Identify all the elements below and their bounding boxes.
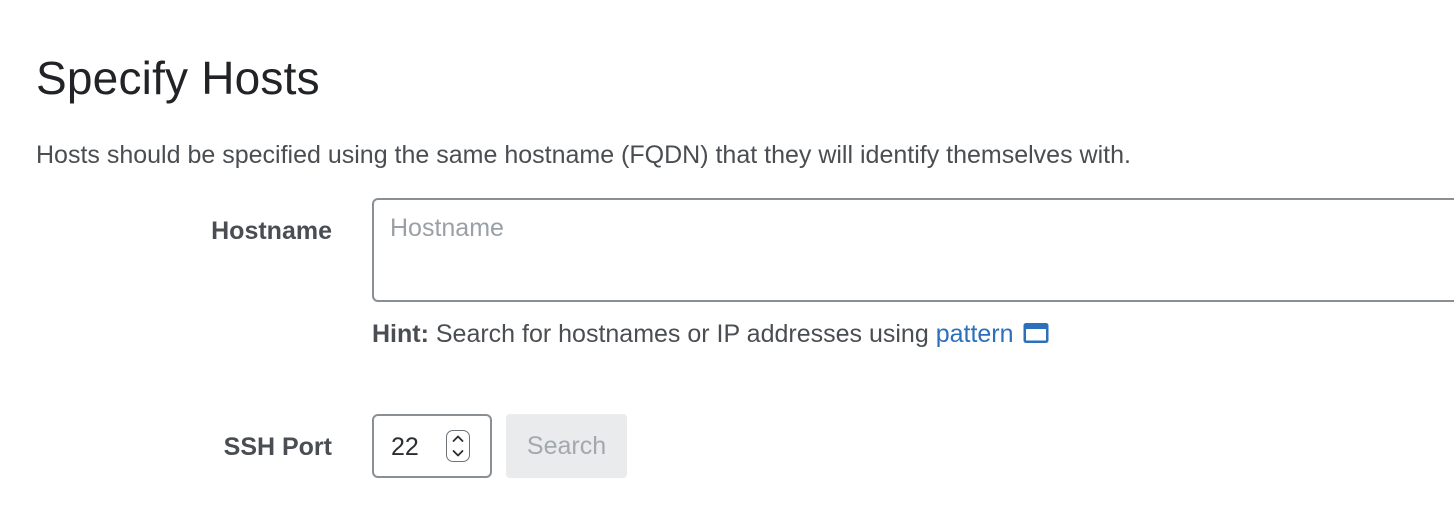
hostname-label: Hostname	[211, 217, 332, 245]
hint-label: Hint:	[372, 320, 429, 348]
ssh-port-label: SSH Port	[223, 433, 332, 461]
ssh-port-value: 22	[391, 433, 419, 461]
search-button[interactable]: Search	[506, 414, 627, 478]
external-window-icon	[1022, 321, 1050, 352]
specify-hosts-page: Specify Hosts Hosts should be specified …	[0, 0, 1454, 516]
ssh-port-input[interactable]: 22	[372, 414, 492, 478]
hostname-input[interactable]	[372, 198, 1454, 302]
hint-text: Search for hostnames or IP addresses usi…	[428, 320, 936, 348]
hostname-hint: Hint: Search for hostnames or IP address…	[372, 319, 1050, 352]
pattern-link[interactable]: pattern	[936, 320, 1050, 348]
stepper-down-icon[interactable]	[447, 446, 469, 461]
stepper-up-icon[interactable]	[447, 431, 469, 446]
page-description: Hosts should be specified using the same…	[36, 141, 1131, 169]
page-title: Specify Hosts	[36, 52, 320, 104]
pattern-link-label: pattern	[935, 320, 1014, 348]
port-stepper[interactable]	[446, 430, 470, 462]
